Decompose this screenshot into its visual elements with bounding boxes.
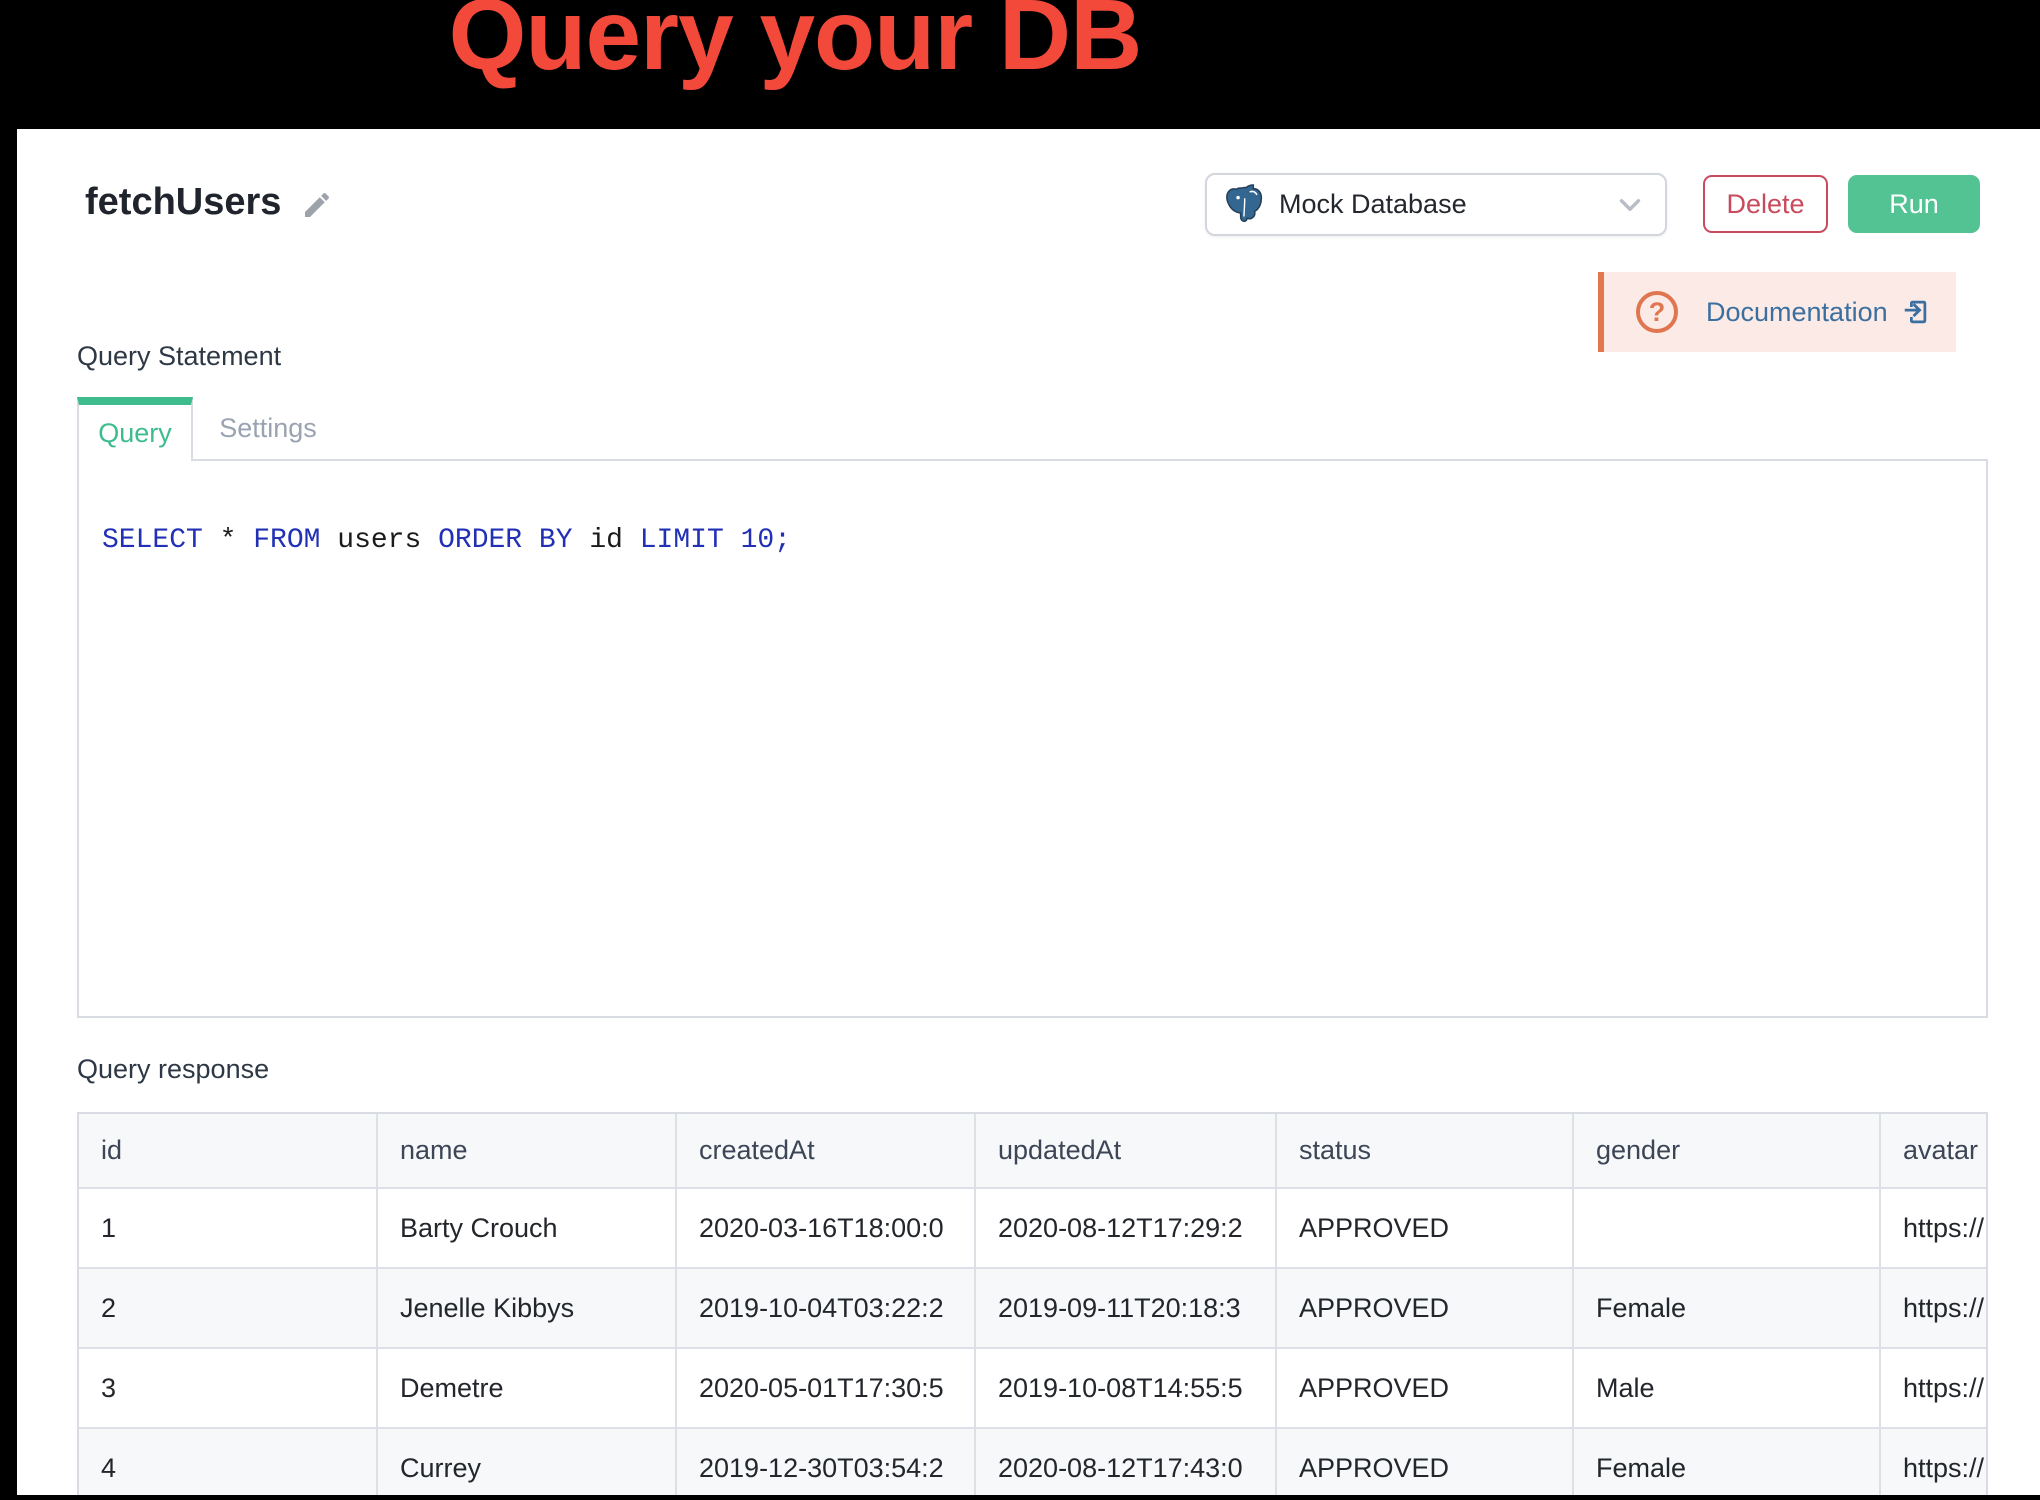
open-doc-icon bbox=[1900, 297, 1930, 327]
query-response-label: Query response bbox=[77, 1054, 269, 1085]
column-header: gender bbox=[1573, 1114, 1880, 1188]
question-circle-icon: ? bbox=[1636, 291, 1678, 333]
table-cell: 2019-10-04T03:22:2 bbox=[676, 1268, 975, 1348]
database-selector-value: Mock Database bbox=[1279, 189, 1613, 220]
sql-token: 10; bbox=[741, 525, 791, 556]
table-cell: https:// bbox=[1880, 1348, 1988, 1428]
table-cell bbox=[1573, 1188, 1880, 1268]
chevron-down-icon bbox=[1613, 188, 1647, 222]
table-cell: APPROVED bbox=[1276, 1188, 1573, 1268]
table-cell: 2020-08-12T17:43:0 bbox=[975, 1428, 1276, 1495]
sql-code: SELECT * FROM users ORDER BY id LIMIT 10… bbox=[102, 525, 1986, 557]
table-cell: Male bbox=[1573, 1348, 1880, 1428]
query-response-table: idnamecreatedAtupdatedAtstatusgenderavat… bbox=[79, 1114, 1988, 1495]
sql-token bbox=[724, 525, 741, 556]
database-selector[interactable]: Mock Database bbox=[1205, 173, 1667, 236]
table-cell: https:// bbox=[1880, 1428, 1988, 1495]
table-cell: 2 bbox=[79, 1268, 377, 1348]
table-cell: 2019-09-11T20:18:3 bbox=[975, 1268, 1276, 1348]
table-cell: 4 bbox=[79, 1428, 377, 1495]
pencil-icon bbox=[301, 189, 333, 221]
sql-token: id bbox=[573, 525, 640, 556]
tab-query[interactable]: Query bbox=[77, 397, 193, 461]
run-button[interactable]: Run bbox=[1848, 175, 1980, 233]
table-cell: Female bbox=[1573, 1268, 1880, 1348]
column-header: createdAt bbox=[676, 1114, 975, 1188]
table-cell: APPROVED bbox=[1276, 1348, 1573, 1428]
table-cell: APPROVED bbox=[1276, 1268, 1573, 1348]
sql-token: * bbox=[203, 525, 253, 556]
query-response-table-container: idnamecreatedAtupdatedAtstatusgenderavat… bbox=[77, 1112, 1988, 1495]
table-row: 1Barty Crouch2020-03-16T18:00:02020-08-1… bbox=[79, 1188, 1988, 1268]
postgresql-elephant-icon bbox=[1223, 184, 1265, 226]
table-cell: 2019-10-08T14:55:5 bbox=[975, 1348, 1276, 1428]
table-cell: 1 bbox=[79, 1188, 377, 1268]
table-cell: https:// bbox=[1880, 1268, 1988, 1348]
table-cell: 3 bbox=[79, 1348, 377, 1428]
column-header: updatedAt bbox=[975, 1114, 1276, 1188]
query-tabs: Query Settings bbox=[77, 397, 1988, 461]
table-cell: Jenelle Kibbys bbox=[377, 1268, 676, 1348]
column-header: name bbox=[377, 1114, 676, 1188]
edit-query-name-button[interactable] bbox=[301, 189, 333, 221]
tab-settings[interactable]: Settings bbox=[193, 397, 343, 459]
sql-editor[interactable]: SELECT * FROM users ORDER BY id LIMIT 10… bbox=[77, 461, 1988, 1018]
sql-token: SELECT bbox=[102, 525, 203, 556]
table-cell: Barty Crouch bbox=[377, 1188, 676, 1268]
table-cell: APPROVED bbox=[1276, 1428, 1573, 1495]
column-header: avatar bbox=[1880, 1114, 1988, 1188]
sql-token: ORDER BY bbox=[438, 525, 572, 556]
query-statement-label: Query Statement bbox=[77, 341, 281, 372]
page-title: Query your DB bbox=[0, 0, 1590, 93]
sql-token: users bbox=[320, 525, 438, 556]
table-row: 2Jenelle Kibbys2019-10-04T03:22:22019-09… bbox=[79, 1268, 1988, 1348]
sql-token: FROM bbox=[253, 525, 320, 556]
table-cell: 2019-12-30T03:54:2 bbox=[676, 1428, 975, 1495]
table-cell: 2020-05-01T17:30:5 bbox=[676, 1348, 975, 1428]
table-cell: Female bbox=[1573, 1428, 1880, 1495]
documentation-link[interactable]: ? Documentation bbox=[1604, 272, 1956, 352]
column-header: id bbox=[79, 1114, 377, 1188]
table-cell: Demetre bbox=[377, 1348, 676, 1428]
table-row: 3Demetre2020-05-01T17:30:52019-10-08T14:… bbox=[79, 1348, 1988, 1428]
sql-token: LIMIT bbox=[640, 525, 724, 556]
documentation-label: Documentation bbox=[1706, 297, 1888, 328]
table-cell: Currey bbox=[377, 1428, 676, 1495]
column-header: status bbox=[1276, 1114, 1573, 1188]
documentation-callout: ? Documentation bbox=[1598, 272, 1956, 352]
table-cell: 2020-08-12T17:29:2 bbox=[975, 1188, 1276, 1268]
delete-button[interactable]: Delete bbox=[1703, 175, 1828, 233]
query-name-title: fetchUsers bbox=[85, 181, 281, 224]
table-header-row: idnamecreatedAtupdatedAtstatusgenderavat… bbox=[79, 1114, 1988, 1188]
table-cell: 2020-03-16T18:00:0 bbox=[676, 1188, 975, 1268]
app-panel: fetchUsers Mock Database Delete Run ? Do… bbox=[17, 129, 2040, 1495]
table-row: 4Currey2019-12-30T03:54:22020-08-12T17:4… bbox=[79, 1428, 1988, 1495]
table-cell: https:// bbox=[1880, 1188, 1988, 1268]
